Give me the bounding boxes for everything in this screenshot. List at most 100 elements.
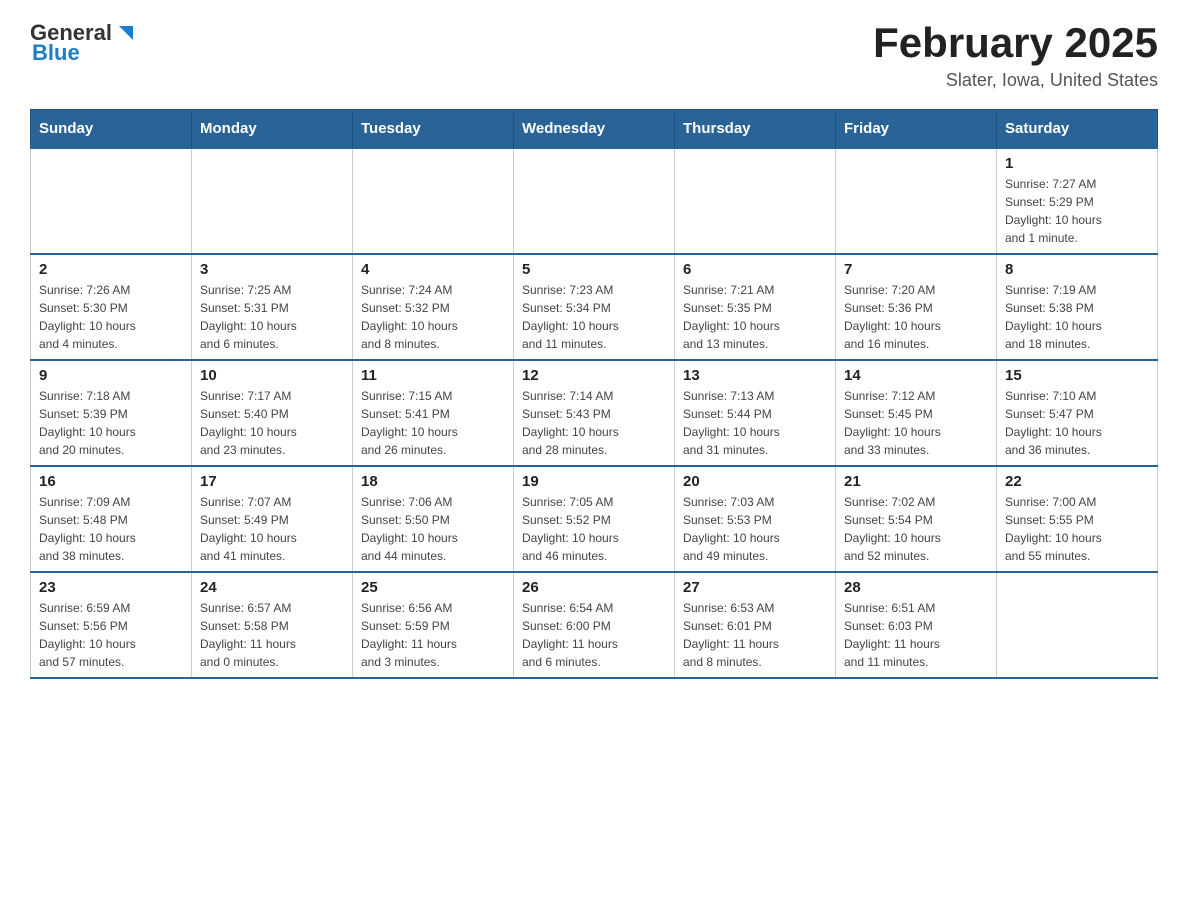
calendar-cell: 20 Sunrise: 7:03 AM Sunset: 5:53 PM Dayli…	[675, 466, 836, 572]
calendar-cell	[836, 148, 997, 254]
calendar-cell: 3 Sunrise: 7:25 AM Sunset: 5:31 PM Daylig…	[192, 254, 353, 360]
calendar-cell: 17 Sunrise: 7:07 AM Sunset: 5:49 PM Dayli…	[192, 466, 353, 572]
day-number: 25	[361, 579, 505, 596]
day-info: Sunrise: 7:13 AM Sunset: 5:44 PM Dayligh…	[683, 387, 827, 459]
day-info: Sunrise: 6:57 AM Sunset: 5:58 PM Dayligh…	[200, 599, 344, 671]
day-number: 12	[522, 367, 666, 384]
page-title: February 2025	[873, 20, 1158, 66]
title-section: February 2025 Slater, Iowa, United State…	[873, 20, 1158, 91]
weekday-header-tuesday: Tuesday	[353, 110, 514, 149]
day-number: 15	[1005, 367, 1149, 384]
calendar-cell: 19 Sunrise: 7:05 AM Sunset: 5:52 PM Dayli…	[514, 466, 675, 572]
calendar-week-4: 16Sunrise: 7:09 AM Sunset: 5:48 PM Dayli…	[31, 466, 1158, 572]
day-info: Sunrise: 7:27 AM Sunset: 5:29 PM Dayligh…	[1005, 175, 1149, 247]
day-info: Sunrise: 7:23 AM Sunset: 5:34 PM Dayligh…	[522, 281, 666, 353]
day-number: 24	[200, 579, 344, 596]
calendar-cell	[514, 148, 675, 254]
day-number: 23	[39, 579, 183, 596]
logo-blue-text: Blue	[32, 40, 80, 66]
calendar-week-3: 9 Sunrise: 7:18 AM Sunset: 5:39 PM Daylig…	[31, 360, 1158, 466]
calendar-cell: 11 Sunrise: 7:15 AM Sunset: 5:41 PM Dayli…	[353, 360, 514, 466]
day-number: 11	[361, 367, 505, 384]
calendar-table: SundayMondayTuesdayWednesdayThursdayFrid…	[30, 109, 1158, 679]
day-info: Sunrise: 7:19 AM Sunset: 5:38 PM Dayligh…	[1005, 281, 1149, 353]
calendar-cell: 7 Sunrise: 7:20 AM Sunset: 5:36 PM Daylig…	[836, 254, 997, 360]
day-number: 21	[844, 473, 988, 490]
day-info: Sunrise: 7:18 AM Sunset: 5:39 PM Dayligh…	[39, 387, 183, 459]
weekday-header-saturday: Saturday	[997, 110, 1158, 149]
day-info: Sunrise: 6:59 AM Sunset: 5:56 PM Dayligh…	[39, 599, 183, 671]
day-number: 26	[522, 579, 666, 596]
calendar-cell: 1 Sunrise: 7:27 AM Sunset: 5:29 PM Daylig…	[997, 148, 1158, 254]
calendar-cell: 14 Sunrise: 7:12 AM Sunset: 5:45 PM Dayli…	[836, 360, 997, 466]
day-info: Sunrise: 6:53 AM Sunset: 6:01 PM Dayligh…	[683, 599, 827, 671]
day-number: 1	[1005, 155, 1149, 172]
day-info: Sunrise: 7:10 AM Sunset: 5:47 PM Dayligh…	[1005, 387, 1149, 459]
day-number: 13	[683, 367, 827, 384]
calendar-cell: 21 Sunrise: 7:02 AM Sunset: 5:54 PM Dayli…	[836, 466, 997, 572]
calendar-cell	[675, 148, 836, 254]
calendar-cell: 4 Sunrise: 7:24 AM Sunset: 5:32 PM Daylig…	[353, 254, 514, 360]
day-number: 9	[39, 367, 183, 384]
page-header: General Blue February 2025 Slater, Iowa,…	[30, 20, 1158, 91]
calendar-cell: 15 Sunrise: 7:10 AM Sunset: 5:47 PM Dayli…	[997, 360, 1158, 466]
day-number: 14	[844, 367, 988, 384]
day-info: Sunrise: 7:09 AM Sunset: 5:48 PM Dayligh…	[39, 493, 183, 565]
day-info: Sunrise: 6:51 AM Sunset: 6:03 PM Dayligh…	[844, 599, 988, 671]
calendar-cell	[353, 148, 514, 254]
calendar-cell: 5 Sunrise: 7:23 AM Sunset: 5:34 PM Daylig…	[514, 254, 675, 360]
calendar-cell: 18 Sunrise: 7:06 AM Sunset: 5:50 PM Dayli…	[353, 466, 514, 572]
day-number: 27	[683, 579, 827, 596]
weekday-header-thursday: Thursday	[675, 110, 836, 149]
calendar-cell: 22 Sunrise: 7:00 AM Sunset: 5:55 PM Dayli…	[997, 466, 1158, 572]
day-info: Sunrise: 6:56 AM Sunset: 5:59 PM Dayligh…	[361, 599, 505, 671]
weekday-header-wednesday: Wednesday	[514, 110, 675, 149]
weekday-header-row: SundayMondayTuesdayWednesdayThursdayFrid…	[31, 110, 1158, 149]
day-number: 3	[200, 261, 344, 278]
day-number: 18	[361, 473, 505, 490]
day-number: 7	[844, 261, 988, 278]
calendar-cell: 24 Sunrise: 6:57 AM Sunset: 5:58 PM Dayli…	[192, 572, 353, 678]
calendar-week-2: 2 Sunrise: 7:26 AM Sunset: 5:30 PM Daylig…	[31, 254, 1158, 360]
day-number: 6	[683, 261, 827, 278]
day-info: Sunrise: 7:02 AM Sunset: 5:54 PM Dayligh…	[844, 493, 988, 565]
day-info: Sunrise: 7:14 AM Sunset: 5:43 PM Dayligh…	[522, 387, 666, 459]
calendar-cell: 6Sunrise: 7:21 AM Sunset: 5:35 PM Daylig…	[675, 254, 836, 360]
day-info: Sunrise: 7:06 AM Sunset: 5:50 PM Dayligh…	[361, 493, 505, 565]
day-number: 22	[1005, 473, 1149, 490]
day-info: Sunrise: 7:12 AM Sunset: 5:45 PM Dayligh…	[844, 387, 988, 459]
calendar-cell: 16Sunrise: 7:09 AM Sunset: 5:48 PM Dayli…	[31, 466, 192, 572]
weekday-header-monday: Monday	[192, 110, 353, 149]
day-number: 17	[200, 473, 344, 490]
calendar-week-1: 1 Sunrise: 7:27 AM Sunset: 5:29 PM Daylig…	[31, 148, 1158, 254]
day-number: 4	[361, 261, 505, 278]
calendar-cell: 9 Sunrise: 7:18 AM Sunset: 5:39 PM Daylig…	[31, 360, 192, 466]
day-number: 5	[522, 261, 666, 278]
day-info: Sunrise: 7:15 AM Sunset: 5:41 PM Dayligh…	[361, 387, 505, 459]
page-subtitle: Slater, Iowa, United States	[873, 70, 1158, 91]
day-info: Sunrise: 7:20 AM Sunset: 5:36 PM Dayligh…	[844, 281, 988, 353]
day-number: 19	[522, 473, 666, 490]
calendar-cell: 23 Sunrise: 6:59 AM Sunset: 5:56 PM Dayli…	[31, 572, 192, 678]
weekday-header-sunday: Sunday	[31, 110, 192, 149]
day-info: Sunrise: 7:00 AM Sunset: 5:55 PM Dayligh…	[1005, 493, 1149, 565]
day-info: Sunrise: 7:24 AM Sunset: 5:32 PM Dayligh…	[361, 281, 505, 353]
day-info: Sunrise: 7:25 AM Sunset: 5:31 PM Dayligh…	[200, 281, 344, 353]
day-number: 8	[1005, 261, 1149, 278]
day-info: Sunrise: 7:07 AM Sunset: 5:49 PM Dayligh…	[200, 493, 344, 565]
logo-triangle-icon	[115, 22, 137, 44]
day-number: 2	[39, 261, 183, 278]
day-info: Sunrise: 7:17 AM Sunset: 5:40 PM Dayligh…	[200, 387, 344, 459]
calendar-cell: 13 Sunrise: 7:13 AM Sunset: 5:44 PM Dayli…	[675, 360, 836, 466]
day-number: 10	[200, 367, 344, 384]
calendar-cell: 27 Sunrise: 6:53 AM Sunset: 6:01 PM Dayli…	[675, 572, 836, 678]
calendar-cell: 2 Sunrise: 7:26 AM Sunset: 5:30 PM Daylig…	[31, 254, 192, 360]
calendar-cell: 26Sunrise: 6:54 AM Sunset: 6:00 PM Dayli…	[514, 572, 675, 678]
day-number: 20	[683, 473, 827, 490]
day-info: Sunrise: 7:26 AM Sunset: 5:30 PM Dayligh…	[39, 281, 183, 353]
calendar-cell	[997, 572, 1158, 678]
day-info: Sunrise: 7:05 AM Sunset: 5:52 PM Dayligh…	[522, 493, 666, 565]
calendar-cell: 12 Sunrise: 7:14 AM Sunset: 5:43 PM Dayli…	[514, 360, 675, 466]
day-info: Sunrise: 7:03 AM Sunset: 5:53 PM Dayligh…	[683, 493, 827, 565]
calendar-cell	[192, 148, 353, 254]
